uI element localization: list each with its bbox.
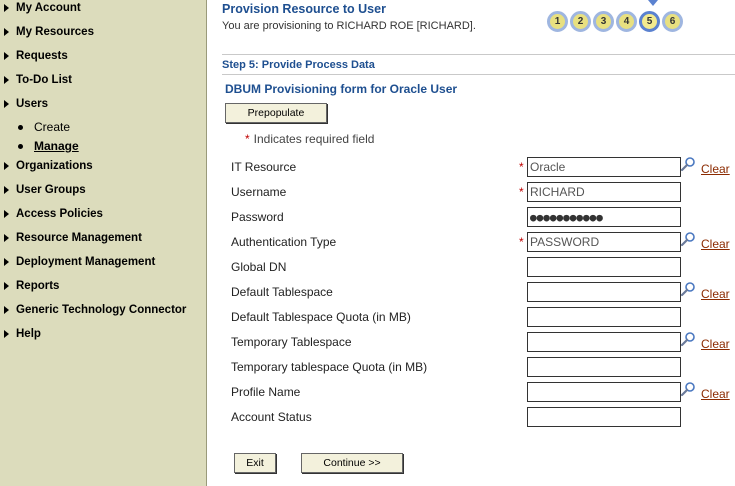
step-heading: Step 5: Provide Process Data — [222, 59, 375, 71]
arrow-right-icon — [4, 76, 9, 84]
nav-label: To-Do List — [16, 74, 72, 86]
temporary-tablespace-input[interactable] — [527, 332, 681, 352]
step-4: 4 — [616, 11, 637, 32]
lookup-magnifier-icon[interactable] — [680, 156, 696, 172]
account-status-input[interactable] — [527, 407, 681, 427]
lookup-magnifier-icon[interactable] — [680, 331, 696, 347]
divider — [222, 74, 735, 75]
username-input[interactable] — [527, 182, 681, 202]
arrow-right-icon — [4, 28, 9, 36]
it-resource-input[interactable] — [527, 157, 681, 177]
nav-label: My Account — [16, 2, 81, 14]
field-label: Password — [231, 210, 284, 224]
password-input[interactable] — [527, 207, 681, 227]
field-label: Authentication Type — [231, 235, 337, 249]
bullet-icon — [18, 124, 23, 130]
arrow-right-icon — [4, 4, 9, 12]
field-label: Profile Name — [231, 385, 301, 399]
arrow-right-icon — [4, 52, 9, 60]
nav-my-account[interactable]: My Account — [4, 0, 81, 16]
step-indicator: 1 2 3 4 5 6 — [547, 11, 683, 35]
clear-link[interactable]: Clear — [701, 387, 730, 401]
bullet-icon — [18, 143, 23, 149]
form-row-password: Password — [0, 207, 735, 229]
exit-button[interactable]: Exit — [234, 453, 276, 473]
form-row-username: Username * — [0, 182, 735, 204]
nav-sub-label: Create — [34, 120, 71, 134]
clear-link[interactable]: Clear — [701, 237, 730, 251]
form-row-temporary-tablespace: Temporary Tablespace Clear — [0, 332, 735, 354]
clear-link[interactable]: Clear — [701, 337, 730, 351]
form-row-account-status: Account Status — [0, 407, 735, 429]
form-row-profile-name: Profile Name Clear — [0, 382, 735, 404]
nav-users-create[interactable]: Create — [18, 119, 70, 135]
required-star: * — [519, 235, 524, 249]
nav-sub-label: Manage — [34, 139, 79, 153]
nav-users-manage[interactable]: Manage — [18, 138, 79, 154]
required-field-note: * Indicates required field — [245, 132, 374, 146]
nav-label: Requests — [16, 50, 68, 62]
lookup-magnifier-icon[interactable] — [680, 231, 696, 247]
step-2: 2 — [570, 11, 591, 32]
nav-my-resources[interactable]: My Resources — [4, 24, 94, 40]
field-label: IT Resource — [231, 160, 297, 174]
nav-todo-list[interactable]: To-Do List — [4, 72, 72, 88]
form-row-it-resource: IT Resource * Clear — [0, 157, 735, 179]
required-note-text: Indicates required field — [253, 132, 375, 146]
step-3: 3 — [593, 11, 614, 32]
default-tablespace-input[interactable] — [527, 282, 681, 302]
form-row-temporary-tablespace-quota-in-mb: Temporary tablespace Quota (in MB) — [0, 357, 735, 379]
step-6: 6 — [662, 11, 683, 32]
profile-name-input[interactable] — [527, 382, 681, 402]
default-tablespace-quota-in-mb-input[interactable] — [527, 307, 681, 327]
required-star: * — [519, 160, 524, 174]
nav-requests[interactable]: Requests — [4, 48, 68, 64]
form-heading: DBUM Provisioning form for Oracle User — [225, 82, 458, 96]
clear-link[interactable]: Clear — [701, 162, 730, 176]
clear-link[interactable]: Clear — [701, 287, 730, 301]
field-label: Temporary tablespace Quota (in MB) — [231, 360, 428, 374]
nav-users[interactable]: Users — [4, 96, 48, 112]
form-row-default-tablespace: Default Tablespace Clear — [0, 282, 735, 304]
field-label: Temporary Tablespace — [231, 335, 352, 349]
field-label: Account Status — [231, 410, 312, 424]
global-dn-input[interactable] — [527, 257, 681, 277]
nav-label: My Resources — [16, 26, 94, 38]
temporary-tablespace-quota-in-mb-input[interactable] — [527, 357, 681, 377]
required-star: * — [245, 132, 250, 146]
lookup-magnifier-icon[interactable] — [680, 281, 696, 297]
divider — [222, 54, 735, 55]
arrow-right-icon — [4, 100, 9, 108]
page-title: Provision Resource to User — [222, 2, 386, 16]
field-label: Global DN — [231, 260, 287, 274]
lookup-magnifier-icon[interactable] — [680, 381, 696, 397]
authentication-type-input[interactable] — [527, 232, 681, 252]
page-subtitle: You are provisioning to RICHARD ROE [RIC… — [222, 20, 476, 32]
field-label: Default Tablespace — [231, 285, 333, 299]
required-star: * — [519, 185, 524, 199]
form-row-authentication-type: Authentication Type * Clear — [0, 232, 735, 254]
step-1: 1 — [547, 11, 568, 32]
field-label: Username — [231, 185, 287, 199]
form-row-global-dn: Global DN — [0, 257, 735, 279]
prepopulate-button[interactable]: Prepopulate — [225, 103, 327, 123]
continue-button[interactable]: Continue >> — [301, 453, 403, 473]
step-5: 5 — [639, 11, 660, 32]
form-row-default-tablespace-quota-in-mb: Default Tablespace Quota (in MB) — [0, 307, 735, 329]
field-label: Default Tablespace Quota (in MB) — [231, 310, 411, 324]
current-step-pointer-icon — [648, 0, 658, 6]
nav-label: Users — [16, 98, 48, 110]
